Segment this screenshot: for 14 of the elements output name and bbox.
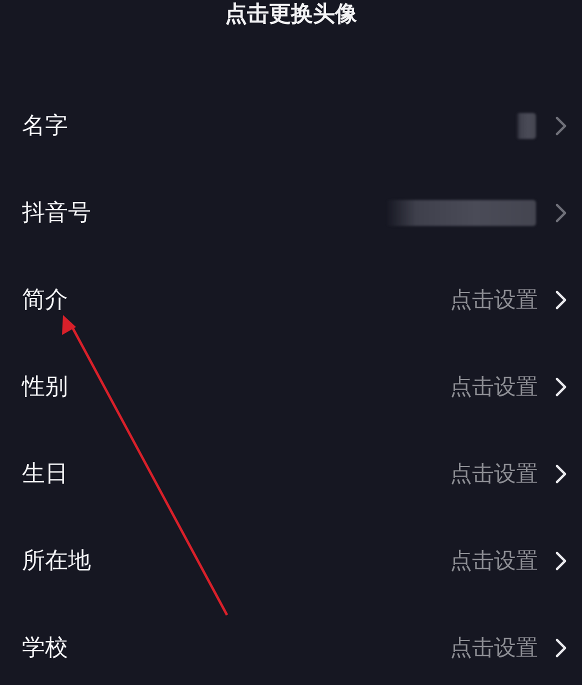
field-value[interactable]: 点击设置	[450, 284, 538, 314]
field-label: 所在地	[22, 547, 92, 576]
field-label: 生日	[22, 460, 69, 489]
field-label: 性别	[22, 373, 69, 402]
field-value[interactable]: 点击设置	[450, 632, 538, 662]
field-value[interactable]: 点击设置	[450, 546, 538, 576]
field-label: 学校	[22, 634, 69, 663]
field-label: 名字	[22, 112, 69, 141]
field-label: 简介	[22, 286, 69, 315]
field-value[interactable]: 点击设置	[450, 372, 538, 402]
field-value[interactable]: 点击设置	[450, 458, 538, 488]
change-avatar-link[interactable]: 点击更换头像	[225, 0, 357, 30]
field-label: 抖音号	[22, 199, 92, 228]
blurred-value	[516, 112, 536, 138]
